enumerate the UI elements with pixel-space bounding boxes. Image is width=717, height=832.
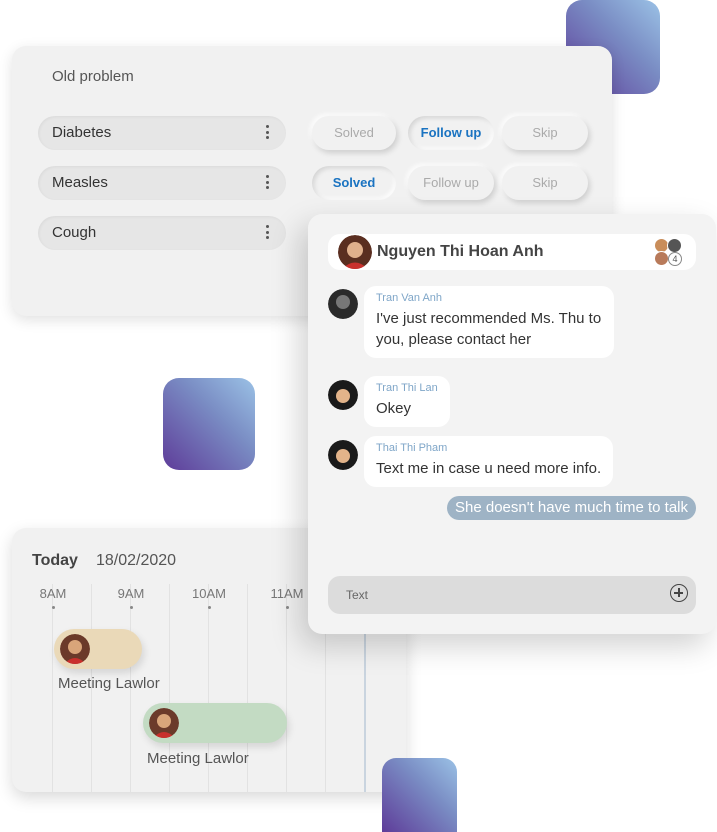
avatar [149,708,179,738]
event-meeting-2[interactable] [143,703,287,743]
solved-button[interactable]: Solved [312,116,396,150]
problem-label: Cough [52,224,97,241]
avatar [328,440,358,470]
time-tick [208,606,211,609]
problem-label: Measles [52,174,108,191]
grid-line [286,584,287,792]
problem-item[interactable]: Cough [38,216,286,250]
time-tick [52,606,55,609]
chat-message: Tran Thi Lan Okey [364,376,450,427]
current-time-line [364,628,366,792]
today-label: Today [32,552,78,569]
avatar [654,251,669,266]
message-text: Text me in case u need more info. [376,460,602,477]
avatar [60,634,90,664]
member-count-badge: 4 [668,252,682,266]
problem-item[interactable]: Measles [38,166,286,200]
time-label: 10AM [192,586,226,601]
event-meeting-1[interactable] [54,629,142,669]
message-text: I've just recommended Ms. Thu to you, pl… [376,310,602,348]
avatar [667,238,682,253]
decor-square-middle [163,378,255,470]
problem-label: Diabetes [52,124,112,141]
message-text: Okey [376,400,412,417]
chat-contact-name: Nguyen Thi Hoan Anh [377,243,544,260]
chat-card: Nguyen Thi Hoan Anh 4 Tran Van Anh I've … [308,214,716,634]
message-sender: Tran Thi Lan [376,382,438,394]
kebab-menu-icon[interactable] [266,175,270,191]
problem-item[interactable]: Diabetes [38,116,286,150]
time-label: 8AM [39,586,67,601]
chat-header[interactable]: Nguyen Thi Hoan Anh 4 [328,234,696,270]
time-tick [130,606,133,609]
follow-up-button[interactable]: Follow up [408,166,494,200]
message-sender: Tran Van Anh [376,292,443,304]
kebab-menu-icon[interactable] [266,125,270,141]
chat-message: Thai Thi Pham Text me in case u need mor… [364,436,614,487]
avatar [328,289,358,319]
skip-button[interactable]: Skip [502,116,588,150]
time-label: 9AM [117,586,145,601]
skip-button[interactable]: Skip [502,166,588,200]
avatar [338,235,372,269]
problem-row-measles: Measles Solved Follow up Skip [38,166,613,200]
group-members-icon[interactable]: 4 [654,238,684,266]
avatar [328,380,358,410]
solved-button[interactable]: Solved [312,166,396,200]
event-label: Meeting Lawlor [58,675,160,692]
kebab-menu-icon[interactable] [266,225,270,241]
chat-message: Tran Van Anh I've just recommended Ms. T… [364,286,614,358]
own-message: She doesn't have much time to talk [447,496,696,520]
event-label: Meeting Lawlor [147,750,249,767]
grid-line [52,584,53,792]
follow-up-button[interactable]: Follow up [408,116,494,150]
time-tick [286,606,289,609]
decor-square-bottom [382,758,457,832]
time-label: 11AM [270,586,304,601]
message-input-placeholder: Text [346,588,369,602]
add-circle-icon[interactable] [670,584,688,602]
message-input[interactable]: Text [328,576,696,614]
schedule-date: 18/02/2020 [96,552,177,569]
message-sender: Thai Thi Pham [376,442,448,454]
problem-row-diabetes: Diabetes Solved Follow up Skip [38,116,613,150]
old-problem-title: Old problem [52,68,134,85]
